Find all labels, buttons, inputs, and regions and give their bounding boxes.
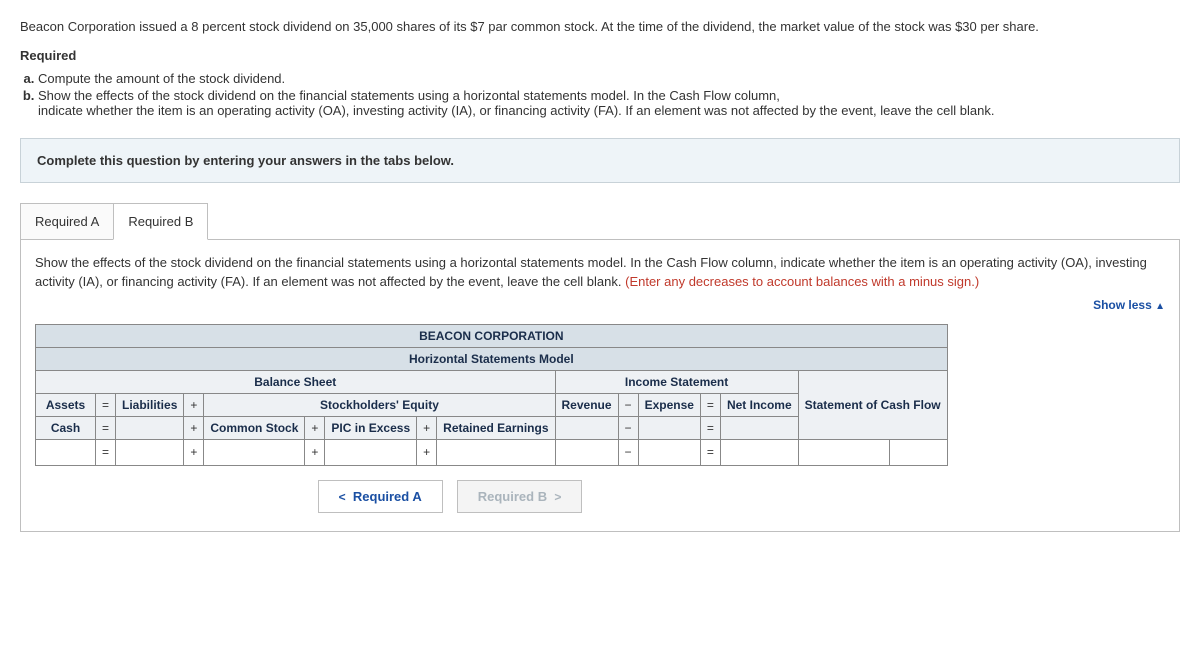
header-retained-earnings: Retained Earnings [437, 416, 555, 439]
chevron-right-icon: > [554, 490, 561, 504]
header-income-statement: Income Statement [555, 370, 798, 393]
header-assets: Assets [36, 393, 96, 416]
panel-desc-hint: (Enter any decreases to account balances… [625, 274, 979, 289]
table-corp-title: BEACON CORPORATION [36, 324, 948, 347]
header-revenue: Revenue [555, 393, 618, 416]
op-plus: + [305, 439, 325, 465]
op-plus: + [184, 416, 204, 439]
prev-label: Required A [353, 489, 422, 504]
requirement-a: Compute the amount of the stock dividend… [38, 71, 1180, 86]
header-pic-excess: PIC in Excess [325, 416, 417, 439]
header-common-stock: Common Stock [204, 416, 305, 439]
chevron-left-icon: < [339, 490, 346, 504]
op-minus: − [618, 393, 638, 416]
op-eq: = [96, 439, 116, 465]
header-cash-flow: Statement of Cash Flow [798, 370, 947, 439]
op-plus: + [184, 439, 204, 465]
op-plus: + [184, 393, 204, 416]
instruction-bar: Complete this question by entering your … [20, 138, 1180, 183]
horizontal-statements-table: BEACON CORPORATION Horizontal Statements… [35, 324, 948, 466]
panel-nav: < Required A Required B > [35, 480, 865, 513]
op-eq: = [700, 393, 720, 416]
op-eq: = [96, 416, 116, 439]
requirement-b-lead: Show the effects of the stock dividend o… [38, 88, 780, 103]
header-stockholders-equity: Stockholders' Equity [204, 393, 555, 416]
op-minus: − [618, 439, 638, 465]
next-required-b-button: Required B > [457, 480, 583, 513]
next-label: Required B [478, 489, 547, 504]
header-net-income: Net Income [720, 393, 798, 416]
input-net-income[interactable] [720, 439, 798, 465]
show-less-toggle[interactable]: Show less ▲ [35, 298, 1165, 312]
op-minus: − [618, 416, 638, 439]
header-cash: Cash [36, 416, 96, 439]
op-eq: = [96, 393, 116, 416]
input-expense[interactable] [638, 439, 700, 465]
input-common-stock[interactable] [204, 439, 305, 465]
requirements-list: Compute the amount of the stock dividend… [20, 71, 1180, 118]
problem-intro: Beacon Corporation issued a 8 percent st… [20, 18, 1180, 36]
header-netincome-blank [720, 416, 798, 439]
tab-strip: Required A Required B [20, 203, 1180, 240]
op-plus: + [417, 439, 437, 465]
show-less-label: Show less [1093, 298, 1152, 312]
header-expense: Expense [638, 393, 700, 416]
chevron-up-icon: ▲ [1155, 301, 1165, 312]
panel-desc-main: Show the effects of the stock dividend o… [35, 255, 1147, 289]
header-balance-sheet: Balance Sheet [36, 370, 556, 393]
panel-description: Show the effects of the stock dividend o… [35, 254, 1165, 292]
header-liabilities-blank [116, 416, 184, 439]
tab-panel-required-b: Show the effects of the stock dividend o… [20, 239, 1180, 532]
input-retained-earnings[interactable] [437, 439, 555, 465]
table-model-title: Horizontal Statements Model [36, 347, 948, 370]
header-expense-blank [638, 416, 700, 439]
op-plus: + [305, 416, 325, 439]
input-cashflow-type[interactable] [890, 439, 947, 465]
tab-required-a[interactable]: Required A [20, 203, 114, 240]
required-heading: Required [20, 48, 1180, 63]
input-cashflow-amount[interactable] [798, 439, 890, 465]
tab-required-b[interactable]: Required B [113, 203, 208, 240]
prev-required-a-button[interactable]: < Required A [318, 480, 443, 513]
input-cash[interactable] [36, 439, 96, 465]
op-plus: + [417, 416, 437, 439]
header-liabilities: Liabilities [116, 393, 184, 416]
op-eq: = [700, 439, 720, 465]
input-liabilities[interactable] [116, 439, 184, 465]
header-revenue-blank [555, 416, 618, 439]
requirement-b: Show the effects of the stock dividend o… [38, 88, 1180, 118]
requirement-b-sub: indicate whether the item is an operatin… [38, 103, 1180, 118]
input-pic-excess[interactable] [325, 439, 417, 465]
input-revenue[interactable] [555, 439, 618, 465]
op-eq: = [700, 416, 720, 439]
